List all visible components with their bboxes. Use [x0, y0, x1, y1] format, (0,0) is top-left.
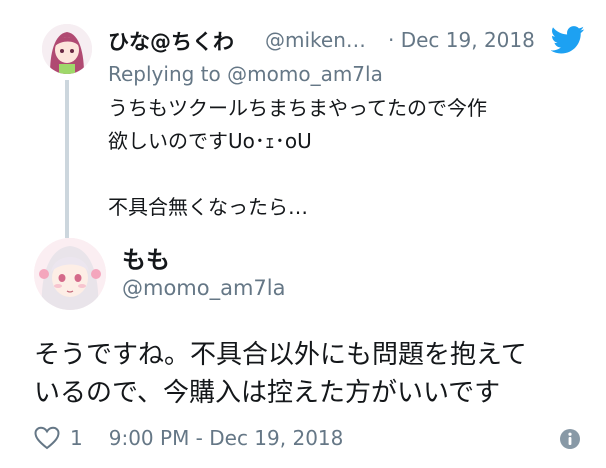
main-author-avatar[interactable]: [34, 238, 106, 310]
replying-to-line: Replying to @momo_am7la: [108, 62, 383, 86]
reply-text-line: 不具合無くなったら…: [108, 195, 308, 219]
reply-author-handle[interactable]: @miken…: [265, 28, 366, 52]
thread-connector-line: [65, 80, 69, 238]
info-icon[interactable]: [558, 427, 582, 451]
main-text-line: そうですね。不具合以外にも問題を抱えて: [34, 340, 527, 370]
twitter-bird-icon[interactable]: [551, 26, 585, 54]
reply-date[interactable]: · Dec 19, 2018: [388, 28, 535, 52]
reply-author-name[interactable]: ひな@ちくわ: [108, 26, 234, 56]
main-author-name[interactable]: もも: [122, 240, 170, 275]
tweet-footer: 1 9:00 PM - Dec 19, 2018: [34, 424, 582, 452]
reply-tweet-text: うちもツクールちまちまやってたので今作 欲しいのですUo･ｪ･oU 不具合無くな…: [108, 92, 568, 224]
replying-to-label: Replying to: [108, 62, 221, 86]
replying-to-mention-link[interactable]: @momo_am7la: [227, 62, 383, 86]
like-button[interactable]: 1: [34, 426, 83, 450]
main-tweet-text: そうですね。不具合以外にも問題を抱えて いるので、今購入は控えた方がいいです: [34, 336, 584, 412]
like-count: 1: [70, 426, 83, 450]
main-text-line: いるので、今購入は控えた方がいいです: [34, 378, 501, 408]
reply-text-spacer: [108, 158, 568, 191]
reply-text-line: うちもツクールちまちまやってたので今作: [108, 96, 487, 120]
reply-author-avatar[interactable]: [42, 24, 92, 74]
reply-text-line: 欲しいのですUo･ｪ･oU: [108, 129, 312, 153]
main-author-handle[interactable]: @momo_am7la: [122, 276, 286, 300]
heart-icon: [34, 426, 60, 450]
tweet-timestamp[interactable]: 9:00 PM - Dec 19, 2018: [109, 426, 344, 450]
